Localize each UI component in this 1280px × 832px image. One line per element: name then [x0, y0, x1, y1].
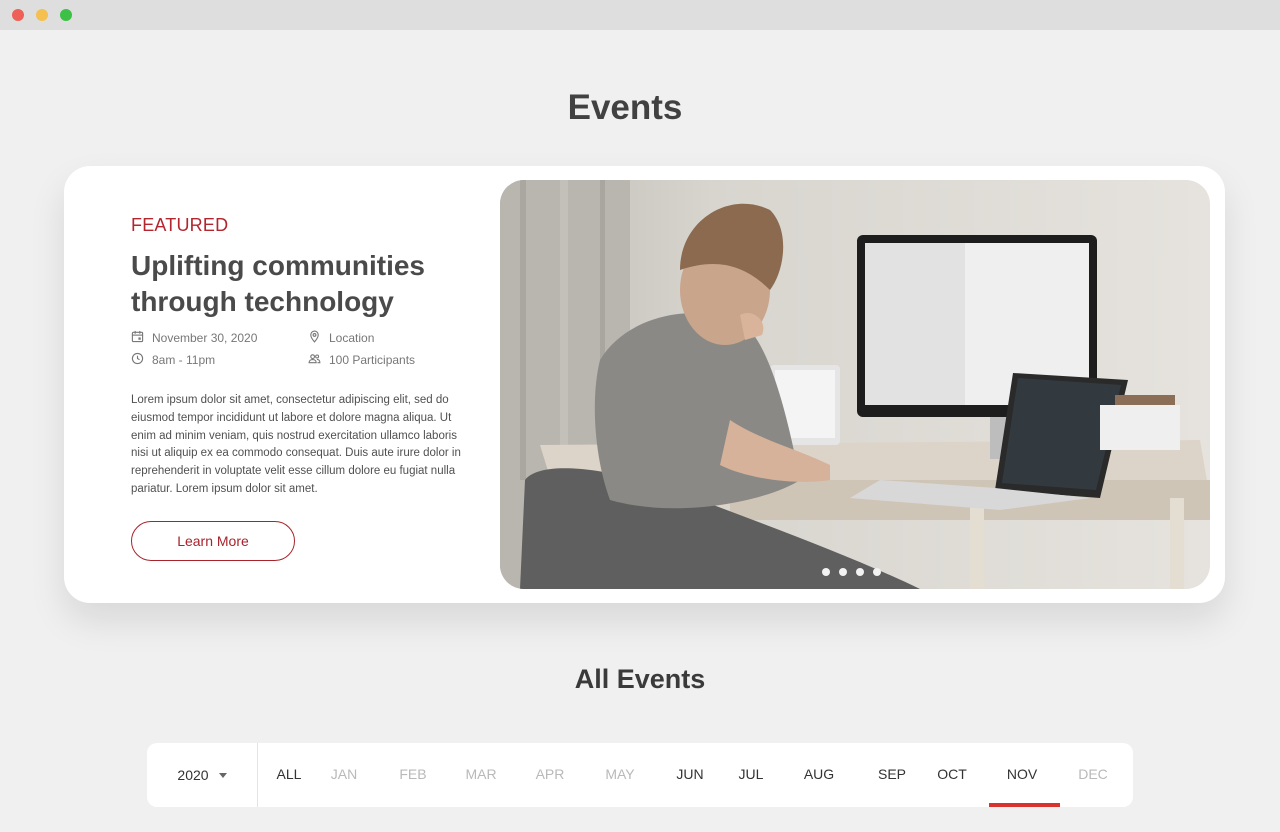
close-window-button[interactable] [12, 9, 24, 21]
all-events-title: All Events [574, 664, 706, 694]
minimize-window-button[interactable] [36, 9, 48, 21]
page-title: Events [567, 88, 683, 127]
event-participants-text: 100 Participants [329, 353, 416, 367]
maximize-window-button[interactable] [60, 9, 72, 21]
year-dropdown[interactable]: 2020 [147, 743, 258, 807]
featured-event-card: FEATURED Uplifting communities through t… [64, 166, 1225, 603]
month-tab-jul[interactable]: JUL [721, 743, 781, 807]
month-tab-aug[interactable]: AUG [789, 743, 849, 807]
event-date-text: November 30, 2020 [152, 331, 258, 345]
location-pin-icon [308, 330, 321, 346]
learn-more-button[interactable]: Learn More [131, 521, 295, 561]
calendar-icon [131, 330, 144, 346]
featured-event-photo [500, 180, 1210, 589]
month-tab-nov[interactable]: NOV [992, 743, 1052, 807]
carousel-dot-2[interactable] [839, 568, 847, 576]
month-tab-feb[interactable]: FEB [383, 743, 443, 807]
carousel-dot-3[interactable] [856, 568, 864, 576]
event-time: 8am - 11pm [131, 352, 215, 368]
clock-icon [131, 352, 144, 368]
month-tab-oct[interactable]: OCT [922, 743, 982, 807]
event-participants: 100 Participants [308, 352, 415, 368]
month-tab-dec[interactable]: DEC [1063, 743, 1123, 807]
month-tab-all[interactable]: ALL [259, 743, 319, 807]
event-date: November 30, 2020 [131, 330, 257, 346]
event-location-text: Location [329, 331, 375, 345]
year-dropdown-value: 2020 [177, 767, 209, 783]
month-tab-mar[interactable]: MAR [451, 743, 511, 807]
month-filter-bar: 2020 ALL JAN FEB MAR APR MAY JUN JUL AUG SEP OCT NO… [147, 743, 1133, 807]
people-icon [308, 352, 321, 368]
month-tab-jun[interactable]: JUN [660, 743, 720, 807]
window-titlebar [0, 0, 1280, 30]
month-tab-may[interactable]: MAY [590, 743, 650, 807]
event-location: Location [308, 330, 374, 346]
carousel-dot-4[interactable] [873, 568, 881, 576]
month-tab-jan[interactable]: JAN [314, 743, 374, 807]
featured-label: FEATURED [131, 215, 229, 235]
selected-month-indicator [989, 803, 1060, 807]
carousel-dot-1[interactable] [822, 568, 830, 576]
carousel-indicators [822, 568, 881, 576]
month-tab-sep[interactable]: SEP [862, 743, 922, 807]
month-tab-apr[interactable]: APR [520, 743, 580, 807]
featured-event-title: Uplifting communities through technology [131, 250, 425, 317]
event-time-text: 8am - 11pm [152, 353, 216, 367]
chevron-down-icon [218, 772, 227, 778]
featured-event-description: Lorem ipsum dolor sit amet, consectetur … [131, 394, 461, 495]
